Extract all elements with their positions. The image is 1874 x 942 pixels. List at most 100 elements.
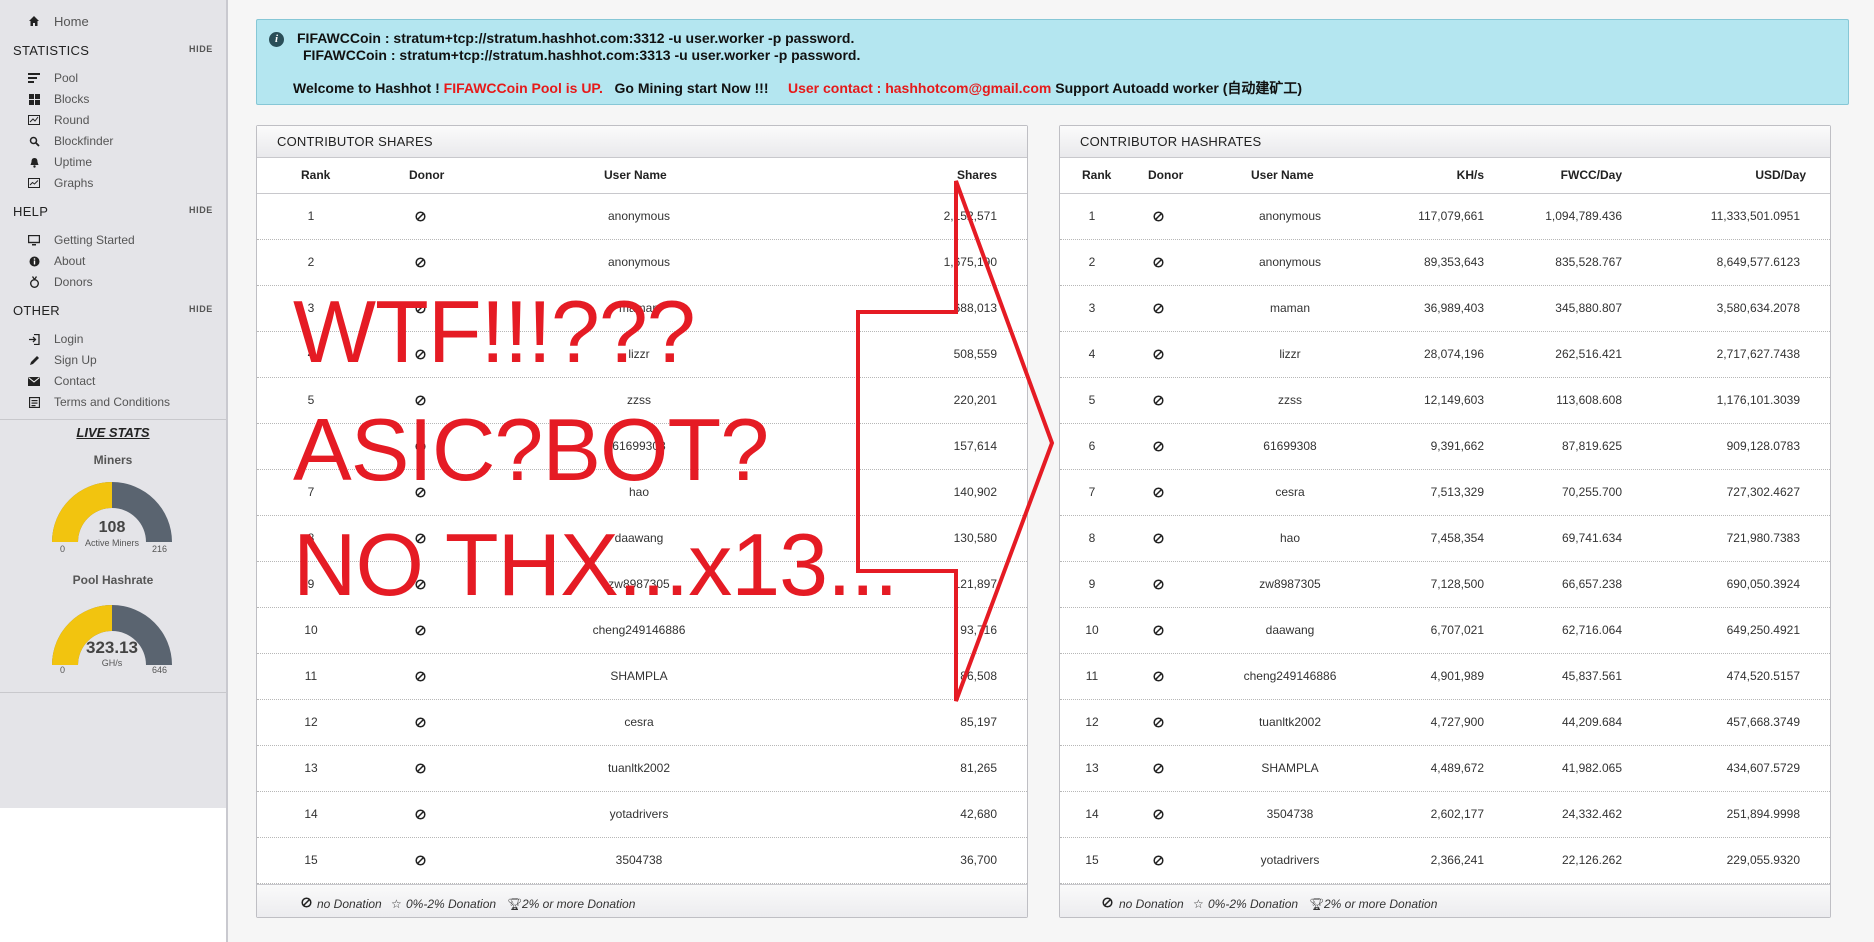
sidebar-item-terms[interactable]: Terms and Conditions: [28, 392, 170, 412]
star-icon: ☆: [1193, 897, 1204, 911]
pencil-icon: [28, 354, 40, 366]
no-donation-icon: [301, 897, 312, 908]
no-donation-icon: [415, 579, 426, 590]
col-rank[interactable]: Rank: [1082, 168, 1111, 182]
no-donation-icon: [415, 717, 426, 728]
search-icon: [28, 135, 40, 147]
user-name-cell: maman: [1269, 301, 1310, 315]
fwcc-day-cell: 69,741.634: [1561, 531, 1622, 545]
table-row: 2 anonymous 1,675,190: [257, 240, 1027, 286]
user-name-cell: SHAMPLA: [610, 669, 668, 683]
hashrate-gauge: 323.13 GH/s 0 646: [48, 597, 178, 677]
miners-gauge-value: 108: [98, 519, 126, 536]
fwcc-day-cell: 44,209.684: [1561, 715, 1622, 729]
sidebar-item-label: Contact: [54, 374, 96, 388]
sidebar-item-about[interactable]: About: [28, 251, 85, 271]
table-row: 8 daawang 130,580: [257, 516, 1027, 562]
table-row: 6 61699308 9,391,662 87,819.625 909,128.0783: [1060, 424, 1830, 470]
no-donation-icon: [1153, 349, 1164, 360]
no-donation-icon: [1153, 487, 1164, 498]
table-row: 2 anonymous 89,353,643 835,528.767 8,649,577…: [1060, 240, 1830, 286]
user-name-cell: maman: [618, 301, 659, 315]
sidebar-item-label: Login: [54, 332, 84, 346]
info-icon: i: [269, 32, 284, 47]
rank-cell: 2: [307, 255, 315, 269]
sidebar-item-blocks[interactable]: Blocks: [28, 89, 89, 109]
table-row: 14 3504738 2,602,177 24,332.462 251,894.9998: [1060, 792, 1830, 838]
table-row: 4 lizzr 508,559: [257, 332, 1027, 378]
rank-cell: 5: [1088, 393, 1096, 407]
sidebar-item-login[interactable]: Login: [28, 329, 83, 349]
sidebar-item-round[interactable]: Round: [28, 110, 89, 130]
hide-help-button[interactable]: HIDE: [189, 205, 213, 215]
rank-cell: 15: [1085, 853, 1099, 867]
table-row: 9 zw8987305 7,128,500 66,657.238 690,050.392…: [1060, 562, 1830, 608]
khs-cell: 89,353,643: [1423, 255, 1484, 269]
user-name-cell: anonymous: [1258, 255, 1322, 269]
sidebar-item-graphs[interactable]: Graphs: [28, 173, 93, 193]
table-row: 4 lizzr 28,074,196 262,516.421 2,717,627.743…: [1060, 332, 1830, 378]
grid-icon: [28, 93, 40, 105]
sidebar-item-getting-started[interactable]: Getting Started: [28, 230, 135, 250]
no-donation-icon: [1153, 533, 1164, 544]
col-fwcc-day[interactable]: FWCC/Day: [1561, 168, 1622, 182]
sidebar-item-blockfinder[interactable]: Blockfinder: [28, 131, 113, 151]
rank-cell: 10: [304, 623, 318, 637]
sidebar-item-uptime[interactable]: Uptime: [28, 152, 92, 172]
khs-cell: 117,079,661: [1418, 209, 1484, 223]
col-donor[interactable]: Donor: [1148, 168, 1183, 182]
col-donor[interactable]: Donor: [409, 168, 444, 182]
shares-cell: 85,197: [960, 715, 997, 729]
fwcc-day-cell: 345,880.807: [1555, 301, 1622, 315]
no-donation-icon: [415, 533, 426, 544]
no-donation-icon: [415, 257, 426, 268]
col-shares[interactable]: Shares: [957, 168, 997, 182]
khs-cell: 7,513,329: [1430, 485, 1484, 499]
user-name-cell: 61699308: [612, 439, 666, 453]
sidebar-item-donors[interactable]: Donors: [28, 272, 93, 292]
sidebar-item-contact[interactable]: Contact: [28, 371, 95, 391]
legend-high-donation: 2% or more Donation: [1324, 897, 1438, 911]
table-row: 10 cheng249146886 93,716: [257, 608, 1027, 654]
shares-cell: 688,013: [953, 301, 997, 315]
fwcc-day-cell: 62,716.064: [1561, 623, 1622, 637]
rank-cell: 6: [1088, 439, 1096, 453]
table-row: 8 hao 7,458,354 69,741.634 721,980.7383: [1060, 516, 1830, 562]
user-name-cell: zw8987305: [1259, 577, 1321, 591]
khs-cell: 4,489,672: [1430, 761, 1484, 775]
hide-other-button[interactable]: HIDE: [189, 304, 213, 314]
user-name-cell: daawang: [614, 531, 664, 545]
sidebar-item-home[interactable]: Home: [28, 11, 89, 31]
table-row: 12 cesra 85,197: [257, 700, 1027, 746]
no-donation-icon: [1153, 441, 1164, 452]
rank-cell: 12: [304, 715, 318, 729]
usd-day-cell: 649,250.4921: [1726, 623, 1800, 637]
shares-cell: 140,902: [953, 485, 997, 499]
shares-cell: 121,897: [953, 577, 997, 591]
col-user-name[interactable]: User Name: [1251, 168, 1314, 182]
go-mining-text: Go Mining start Now !!!: [614, 80, 769, 96]
col-rank[interactable]: Rank: [301, 168, 330, 182]
sidebar-item-pool[interactable]: Pool: [28, 68, 78, 88]
sidebar-item-label: Blockfinder: [54, 134, 114, 148]
col-khs[interactable]: KH/s: [1457, 168, 1484, 182]
sidebar-item-sign-up[interactable]: Sign Up: [28, 350, 97, 370]
no-donation-icon: [415, 763, 426, 774]
hide-statistics-button[interactable]: HIDE: [189, 44, 213, 54]
legend-low-donation: 0%-2% Donation: [406, 897, 497, 911]
user-name-cell: daawang: [1265, 623, 1315, 637]
khs-cell: 7,458,354: [1430, 531, 1484, 545]
col-user-name[interactable]: User Name: [604, 168, 667, 182]
table-row: 15 3504738 36,700: [257, 838, 1027, 884]
rank-cell: 11: [304, 669, 318, 683]
miners-gauge-label: Miners: [93, 453, 133, 467]
rank-cell: 3: [1088, 301, 1096, 315]
sidebar-item-label: Graphs: [54, 176, 94, 190]
sidebar-item-label: Blocks: [54, 92, 90, 106]
col-usd-day[interactable]: USD/Day: [1755, 168, 1806, 182]
usd-day-cell: 727,302.4627: [1726, 485, 1800, 499]
user-name-cell: tuanltk2002: [607, 761, 671, 775]
fwcc-day-cell: 87,819.625: [1561, 439, 1622, 453]
no-donation-icon: [1153, 579, 1164, 590]
contact-text: User contact : hashhotcom@gmail.com: [787, 80, 1052, 96]
